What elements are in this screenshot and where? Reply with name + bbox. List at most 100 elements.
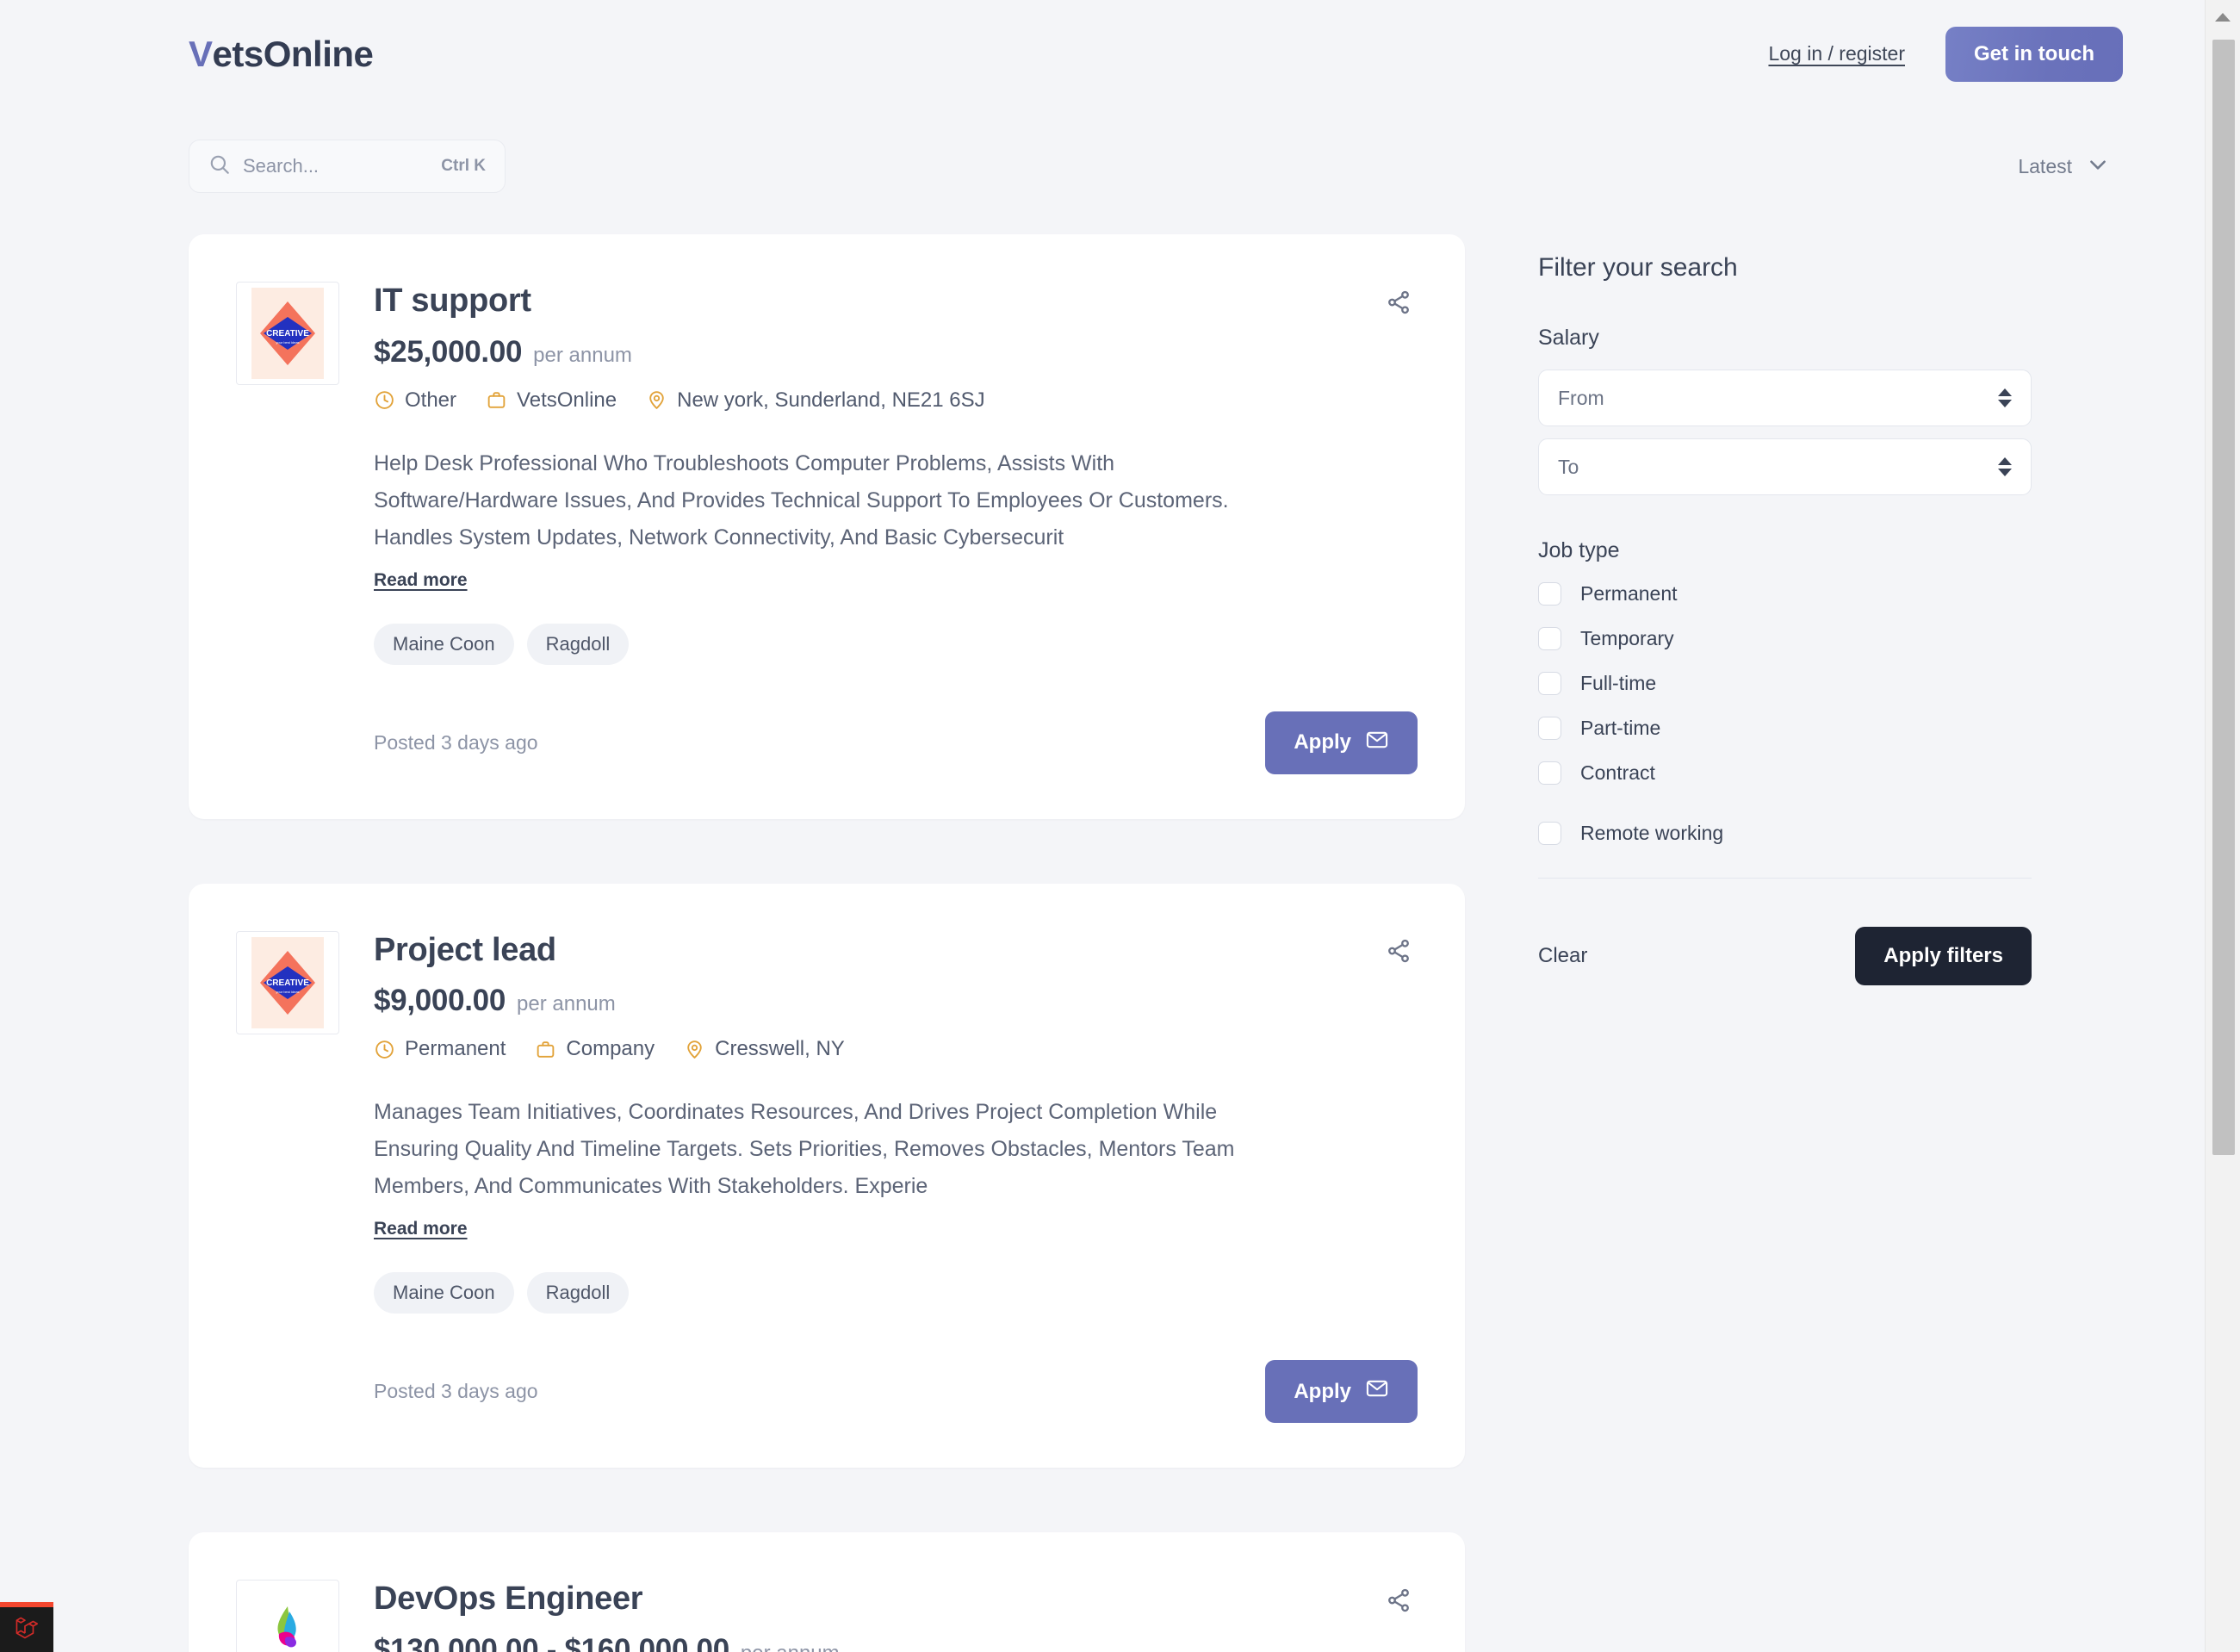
company-logo: CREATIVE your best ideas [236, 282, 339, 385]
share-button[interactable] [1380, 1582, 1418, 1620]
job-list: CREATIVE your best ideas IT support $25,… [189, 234, 1465, 1652]
search-shortcut-hint: Ctrl K [441, 157, 486, 175]
job-description: Help Desk Professional Who Troubleshoots… [374, 450, 1229, 550]
company-meta: Company [535, 1037, 655, 1061]
job-card[interactable]: CREATIVE your best ideas IT support $25,… [189, 234, 1465, 819]
job-salary-row: $130,000.00 - $160,000.00 per annum [374, 1633, 1418, 1652]
search-input[interactable]: Search... Ctrl K [189, 140, 506, 193]
checkbox-part-time[interactable]: Part-time [1538, 717, 2032, 740]
job-meta-row: Permanent Company Cresswell, NY [374, 1037, 1418, 1061]
salary-from-input[interactable]: From [1538, 370, 2032, 426]
location-meta: Cresswell, NY [684, 1037, 845, 1061]
job-salary-row: $9,000.00 per annum [374, 984, 1418, 1018]
checkbox-box[interactable] [1538, 582, 1561, 606]
get-in-touch-button[interactable]: Get in touch [1945, 26, 2123, 82]
job-description: Manages Team Initiatives, Coordinates Re… [374, 1100, 1235, 1199]
job-salary: $25,000.00 [374, 334, 523, 369]
filter-actions: Clear Apply filters [1538, 927, 2032, 985]
header-actions: Log in / register Get in touch [1768, 26, 2123, 82]
read-more-link[interactable]: Read more [374, 570, 468, 591]
page-root: VetsOnline Log in / register Get in touc… [0, 0, 2205, 1652]
job-title[interactable]: Project lead [374, 931, 1418, 971]
job-title[interactable]: IT support [374, 282, 1418, 321]
read-more-link[interactable]: Read more [374, 1219, 468, 1239]
salary-from-stepper[interactable] [1998, 388, 2012, 407]
checkbox-box[interactable] [1538, 717, 1561, 740]
checkbox-box[interactable] [1538, 627, 1561, 650]
job-card[interactable]: Lorem ipsum company slogan DevOps Engine… [189, 1532, 1465, 1652]
svg-text:CREATIVE: CREATIVE [266, 978, 309, 988]
checkbox-full-time[interactable]: Full-time [1538, 672, 2032, 695]
logo-v-mark: V [189, 33, 213, 74]
checkbox-label: Remote working [1580, 822, 1724, 844]
job-salary-period: per annum [533, 343, 632, 367]
job-type-label: Permanent [405, 1037, 506, 1061]
location-meta: New york, Sunderland, NE21 6SJ [646, 388, 985, 413]
briefcase-icon [486, 389, 507, 411]
sort-dropdown[interactable]: Latest [2018, 153, 2123, 180]
job-tags: Maine Coon Ragdoll [374, 623, 1418, 665]
site-header: VetsOnline Log in / register Get in touc… [0, 0, 2205, 108]
map-pin-icon [646, 389, 667, 411]
job-posted-date: Posted 3 days ago [374, 1380, 538, 1403]
salary-to-stepper[interactable] [1998, 457, 2012, 476]
laravel-debugbar-toggle[interactable] [0, 1602, 53, 1652]
checkbox-contract[interactable]: Contract [1538, 761, 2032, 785]
checkbox-box[interactable] [1538, 761, 1561, 785]
company-logo: CREATIVE your best ideas [236, 930, 339, 1034]
envelope-icon [1365, 728, 1389, 758]
site-logo[interactable]: VetsOnline [189, 33, 374, 75]
clear-filters-link[interactable]: Clear [1538, 944, 1587, 968]
remote-working-block: Remote working [1538, 822, 2032, 845]
page-content: CREATIVE your best ideas IT support $25,… [0, 234, 2205, 1652]
salary-to-placeholder: To [1558, 455, 1579, 478]
job-type-meta: Other [374, 388, 456, 413]
job-type-meta: Permanent [374, 1037, 506, 1061]
job-posted-date: Posted 3 days ago [374, 730, 538, 754]
clock-icon [374, 389, 395, 411]
filters-panel: Filter your search Salary From To Job ty… [1538, 234, 2032, 985]
salary-to-input[interactable]: To [1538, 438, 2032, 495]
job-card[interactable]: CREATIVE your best ideas Project lead $9… [189, 883, 1465, 1469]
salary-group-label: Salary [1538, 326, 1599, 350]
job-tag[interactable]: Maine Coon [374, 1272, 514, 1314]
job-tag[interactable]: Ragdoll [526, 623, 630, 665]
location-label: New york, Sunderland, NE21 6SJ [677, 388, 985, 412]
job-title[interactable]: DevOps Engineer [374, 1580, 1418, 1619]
company-label: Company [566, 1037, 655, 1061]
filters-divider [1538, 878, 2032, 879]
apply-button[interactable]: Apply [1265, 1360, 1418, 1424]
apply-filters-button[interactable]: Apply filters [1855, 927, 2032, 985]
share-button[interactable] [1380, 284, 1418, 322]
apply-button[interactable]: Apply [1265, 711, 1418, 774]
job-card-footer: Posted 3 days ago Apply [374, 1360, 1418, 1424]
job-tag[interactable]: Ragdoll [526, 1272, 630, 1314]
job-tag[interactable]: Maine Coon [374, 623, 514, 665]
share-icon [1386, 1587, 1412, 1616]
company-label: VetsOnline [517, 388, 617, 412]
login-register-link[interactable]: Log in / register [1768, 42, 1905, 65]
checkbox-label: Contract [1580, 761, 1655, 784]
share-icon [1386, 289, 1412, 318]
checkbox-box[interactable] [1538, 672, 1561, 695]
svg-text:CREATIVE: CREATIVE [266, 329, 309, 338]
checkbox-temporary[interactable]: Temporary [1538, 627, 2032, 650]
company-logo: Lorem ipsum company slogan [236, 1580, 339, 1652]
job-card-footer: Posted 3 days ago Apply [374, 711, 1418, 774]
job-tags: Maine Coon Ragdoll [374, 1272, 1418, 1314]
scrollbar-up-arrow[interactable] [2206, 0, 2240, 34]
share-button[interactable] [1380, 934, 1418, 972]
job-salary: $9,000.00 [374, 984, 506, 1018]
apply-button-label: Apply [1294, 1379, 1351, 1403]
scrollbar-thumb[interactable] [2212, 40, 2235, 1155]
job-salary-period: per annum [741, 1642, 840, 1652]
search-placeholder: Search... [243, 155, 320, 177]
page-scrollbar[interactable] [2205, 0, 2240, 1652]
checkbox-remote-working[interactable]: Remote working [1538, 822, 2032, 845]
search-icon [208, 153, 231, 180]
checkbox-box[interactable] [1538, 822, 1561, 845]
checkbox-label: Part-time [1580, 717, 1661, 739]
checkbox-permanent[interactable]: Permanent [1538, 582, 2032, 606]
map-pin-icon [684, 1039, 705, 1060]
envelope-icon [1365, 1376, 1389, 1407]
